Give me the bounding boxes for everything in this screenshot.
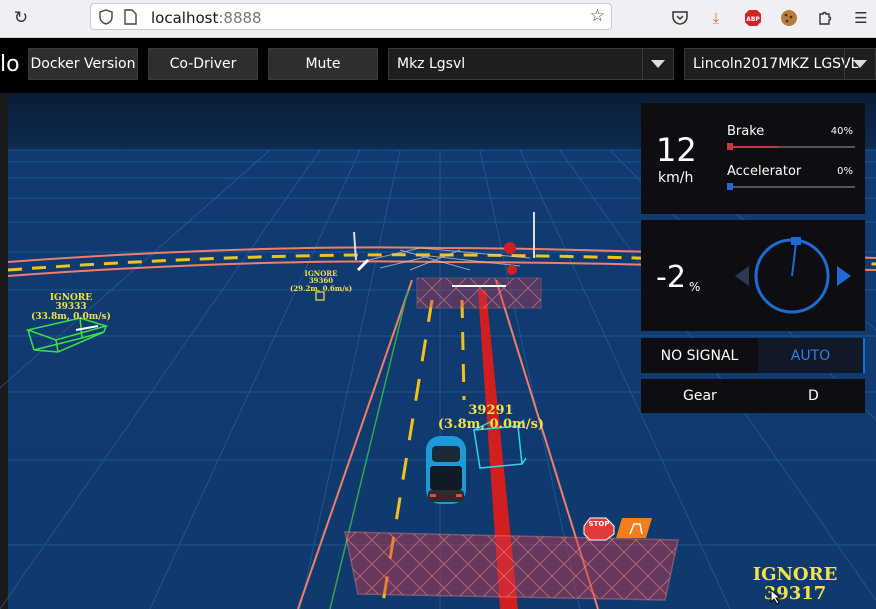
turn-left-icon [735, 266, 749, 286]
obstacle-label-near: 39291 (3.8m, 0.0m/s) [435, 404, 547, 431]
driving-mode-button[interactable]: AUTO [758, 338, 865, 373]
steering-unit: % [689, 280, 701, 294]
accelerator-track [727, 183, 855, 190]
stop-sign-label: STOP [588, 520, 610, 528]
vehicle-select-value: Lincoln2017MKZ LGSVL [693, 56, 859, 72]
adblock-icon[interactable]: ABP [742, 7, 764, 29]
gear-value: D [808, 388, 819, 404]
brake-knob [727, 143, 733, 150]
accelerator-knob [727, 183, 733, 190]
cookie-icon[interactable] [778, 7, 800, 29]
signal-status: NO SIGNAL [641, 338, 758, 373]
chevron-down-icon [642, 49, 673, 79]
map-select[interactable]: Mkz Lgsvl [388, 48, 674, 80]
url-host: localhost [151, 9, 219, 27]
obstacle-near-id: 39291 [468, 403, 514, 418]
browser-toolbar: ↻ localhost:8888 ☆ ⤓ ABP ☰ [0, 0, 876, 38]
menu-icon[interactable]: ☰ [850, 7, 872, 29]
ego-vehicle [426, 436, 466, 504]
obstacle-label-mid: IGNORE 39360 (29.2m, 0.6m/s) [288, 270, 354, 292]
accelerator-value: 0% [837, 166, 853, 177]
svg-text:ABP: ABP [746, 16, 760, 23]
extensions-icon[interactable] [814, 7, 836, 29]
brake-value: 40% [830, 126, 853, 137]
steering-panel: -2 % [641, 220, 865, 331]
vehicle-select[interactable]: Lincoln2017MKZ LGSVL [684, 48, 876, 80]
docker-version-button[interactable]: Docker Version [28, 48, 138, 80]
obstacle-near-info: (3.8m, 0.0m/s) [437, 416, 545, 432]
mute-button[interactable]: Mute [268, 48, 378, 80]
reload-icon[interactable]: ↻ [8, 6, 34, 30]
mouse-cursor-icon [770, 589, 782, 605]
speed-unit: km/h [658, 170, 694, 186]
bookmark-star-icon[interactable]: ☆ [590, 6, 605, 26]
obstacle-mid-info: (29.2m, 0.6m/s) [289, 283, 353, 293]
url-port: :8888 [218, 9, 262, 27]
obstacle-left-info: (33.8m, 0.0m/s) [31, 311, 111, 322]
traffic-light-icon [504, 242, 516, 254]
obstacle-label-left: IGNORE 39333 (33.8m, 0.0m/s) [26, 293, 116, 322]
pocket-icon[interactable] [669, 7, 691, 29]
gear-panel: Gear D [641, 379, 865, 413]
obstacle-bottom-id: 39317 [763, 582, 827, 604]
url-bar[interactable]: localhost:8888 ☆ [90, 3, 612, 30]
brake-label: Brake [727, 124, 765, 139]
page-icon [124, 9, 137, 25]
turn-right-icon [837, 266, 851, 286]
chevron-down-icon [844, 49, 875, 79]
download-icon[interactable]: ⤓ [705, 7, 727, 29]
co-driver-button[interactable]: Co-Driver [148, 48, 258, 80]
brake-track [727, 143, 855, 150]
logo: lo [0, 52, 20, 77]
yield-sign-icon [616, 518, 652, 538]
url-text: localhost:8888 [151, 9, 262, 27]
steering-wheel-icon [735, 237, 851, 314]
shield-icon [99, 9, 113, 25]
map-select-value: Mkz Lgsvl [397, 56, 466, 72]
obstacle-label-bottom: IGNORE 39317 [745, 565, 845, 604]
gear-label: Gear [683, 388, 717, 404]
speed-panel: 12 km/h Brake 40% Accelerator 0% [641, 103, 865, 214]
speed-value: 12 [656, 131, 697, 169]
brake-fill [727, 146, 779, 148]
steering-value: -2 [656, 260, 686, 295]
accelerator-label: Accelerator [727, 164, 802, 179]
